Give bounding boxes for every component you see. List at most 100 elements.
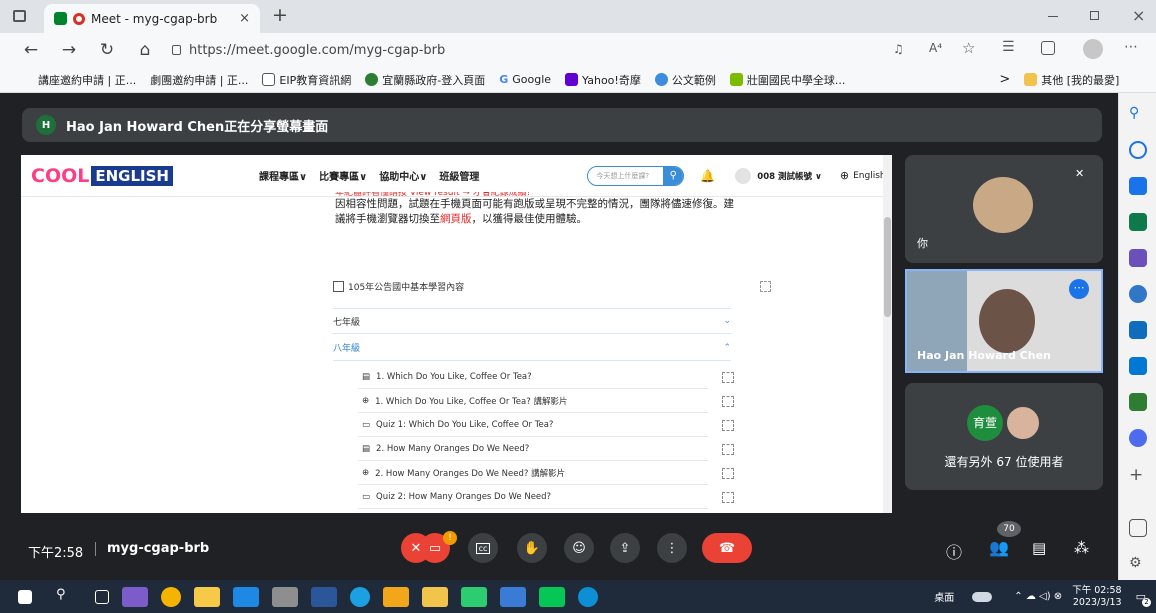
start-icon[interactable] — [18, 589, 32, 604]
app-icon[interactable] — [461, 586, 487, 607]
file-explorer-icon[interactable] — [422, 586, 448, 607]
send-icon[interactable] — [1129, 357, 1147, 375]
tools-icon[interactable] — [1129, 213, 1147, 231]
games-icon[interactable] — [1129, 249, 1147, 267]
drop-icon[interactable] — [1129, 429, 1147, 447]
chrome-icon[interactable] — [161, 586, 181, 607]
web-version-link[interactable]: 網頁版 — [440, 213, 472, 225]
item-checkbox[interactable] — [722, 443, 734, 455]
tab-meet[interactable]: Meet - myg-cgap-brb × — [44, 4, 260, 33]
bookmark-item[interactable]: 講座邀約申請 | 正... — [38, 72, 136, 88]
grade7-row[interactable]: 七年級 ⌄ — [333, 308, 731, 334]
close-window-icon[interactable]: × — [1132, 6, 1145, 25]
lesson-item[interactable]: ▤ 1. Which Do You Like, Coffee Or Tea? — [358, 366, 734, 389]
scroll-thumb[interactable] — [884, 217, 891, 317]
info-icon[interactable]: ⓘ — [946, 539, 962, 563]
others-tile[interactable]: 育萱 還有另外 67 位使用者 — [905, 383, 1103, 490]
bing-icon[interactable] — [1129, 141, 1147, 159]
tray-icons[interactable]: ⌃ ☁ ◁) ⊗ — [1014, 591, 1062, 602]
hide-sidebar-icon[interactable] — [1129, 519, 1147, 537]
ie-icon[interactable] — [350, 586, 370, 607]
activities-icon[interactable]: ⁂ — [1074, 539, 1089, 557]
lesson-item[interactable]: ▤ 2. How Many Oranges Do We Need? — [358, 438, 734, 461]
bookmark-item[interactable]: Yahoo!奇摩 — [565, 72, 641, 88]
home-icon[interactable]: ⌂ — [128, 40, 162, 60]
mic-permission-icon[interactable]: ♫ — [893, 42, 904, 56]
captions-button[interactable]: cc — [468, 533, 498, 563]
app-icon[interactable] — [383, 586, 409, 607]
page-scrollbar[interactable] — [883, 155, 892, 513]
bookmark-item[interactable]: EIP教育資訊網 — [262, 72, 351, 88]
outlook-icon[interactable] — [1129, 321, 1147, 339]
nav-class[interactable]: 班級管理 — [439, 168, 479, 183]
restore-icon[interactable] — [1090, 11, 1099, 20]
profile-avatar[interactable] — [1083, 39, 1103, 59]
lesson-item[interactable]: ⊕ 2. How Many Oranges Do We Need? 講解影片 — [358, 462, 734, 485]
search-icon[interactable]: ⚲ — [56, 587, 82, 607]
bookmark-folder-other[interactable]: 其他 [我的最愛] — [1024, 72, 1119, 88]
account-menu[interactable]: 008 測試帳號 ∨ — [757, 170, 822, 182]
read-aloud-icon[interactable]: A⁴ — [929, 41, 942, 55]
tree-icon[interactable] — [1129, 393, 1147, 411]
more-options-button[interactable]: ⋮ — [657, 533, 687, 563]
collections-icon[interactable] — [1041, 41, 1055, 55]
office-icon[interactable] — [1129, 285, 1147, 303]
more-options-icon[interactable]: ⋯ — [1069, 279, 1089, 299]
minimize-icon[interactable] — [1048, 16, 1058, 17]
add-icon[interactable]: + — [1129, 465, 1147, 485]
lesson-item[interactable]: ⊕ 1. Which Do You Like, Coffee Or Tea? 講解… — [358, 390, 734, 413]
nav-courses[interactable]: 課程專區∨ — [259, 168, 307, 183]
site-search[interactable]: 今天想上什麼課? ⚲ — [587, 165, 685, 186]
bell-icon[interactable]: 🔔 — [700, 169, 715, 183]
item-checkbox[interactable] — [722, 419, 734, 431]
favorite-star-icon[interactable]: ☆ — [962, 39, 975, 57]
refresh-icon[interactable]: ↻ — [90, 40, 124, 60]
section-checkbox[interactable] — [760, 280, 771, 292]
item-checkbox[interactable] — [722, 395, 734, 407]
lesson-item[interactable]: ▭ Quiz 2: How Many Oranges Do We Need? — [358, 486, 734, 509]
grade8-row[interactable]: 八年級 ⌃ — [333, 335, 731, 361]
word-icon[interactable] — [311, 586, 337, 607]
raise-hand-button[interactable]: ✋ — [517, 533, 547, 563]
favorites-icon[interactable]: ☰ — [1002, 39, 1015, 55]
bookmark-item[interactable]: 劇團邀約申請 | 正... — [150, 72, 248, 88]
bookmark-item[interactable]: 宜蘭縣政府-登入頁面 — [365, 72, 485, 88]
chevron-right-icon[interactable]: > — [999, 72, 1010, 87]
line-icon[interactable] — [539, 586, 565, 607]
language-switch[interactable]: English — [853, 171, 886, 181]
self-tile[interactable]: ✕ 你 — [905, 155, 1103, 263]
new-tab-button[interactable]: + — [272, 4, 288, 26]
lesson-item[interactable]: ▭ Quiz 1: Which Do You Like, Coffee Or Te… — [358, 414, 734, 437]
presenter-tile[interactable]: ⋯ Hao Jan Howard Chen — [905, 269, 1103, 373]
nav-contests[interactable]: 比賽專區∨ — [319, 168, 367, 183]
settings-icon[interactable]: ⚙ — [1129, 555, 1147, 573]
close-tab-icon[interactable]: × — [239, 11, 250, 26]
search-icon[interactable]: ⚲ — [1129, 105, 1147, 123]
present-button[interactable]: ⇪ — [610, 533, 640, 563]
app-icon[interactable] — [500, 586, 526, 607]
shopping-icon[interactable] — [1129, 177, 1147, 195]
more-icon[interactable]: ⋯ — [1124, 39, 1138, 55]
nav-help[interactable]: 協助中心∨ — [379, 168, 427, 183]
back-icon[interactable]: ← — [14, 40, 48, 60]
edge-icon[interactable] — [578, 586, 598, 607]
search-icon[interactable]: ⚲ — [663, 166, 684, 185]
calendar-icon[interactable] — [233, 586, 259, 607]
sticky-notes-icon[interactable] — [194, 586, 220, 607]
leave-call-button[interactable]: ☎ — [702, 533, 752, 563]
section-row[interactable]: 105年公告國中基本學習內容 — [333, 275, 771, 297]
notifications-icon[interactable]: ▭ 2 — [1136, 590, 1151, 607]
task-view-icon[interactable] — [95, 589, 109, 604]
app-icon[interactable] — [272, 586, 298, 607]
bookmark-item[interactable]: G Google — [499, 73, 551, 86]
item-checkbox[interactable] — [722, 371, 734, 383]
people-icon[interactable]: 👥 — [989, 538, 1009, 557]
app-icon[interactable] — [122, 586, 148, 607]
site-search-input[interactable]: 今天想上什麼課? — [596, 171, 649, 181]
chat-icon[interactable]: ▤ — [1032, 539, 1046, 557]
forward-icon[interactable]: → — [52, 40, 86, 60]
emoji-button[interactable]: ☺ — [564, 533, 594, 563]
window-menu-icon[interactable] — [13, 10, 26, 22]
bookmark-item[interactable]: 公文範例 — [654, 72, 716, 88]
item-checkbox[interactable] — [722, 491, 734, 503]
